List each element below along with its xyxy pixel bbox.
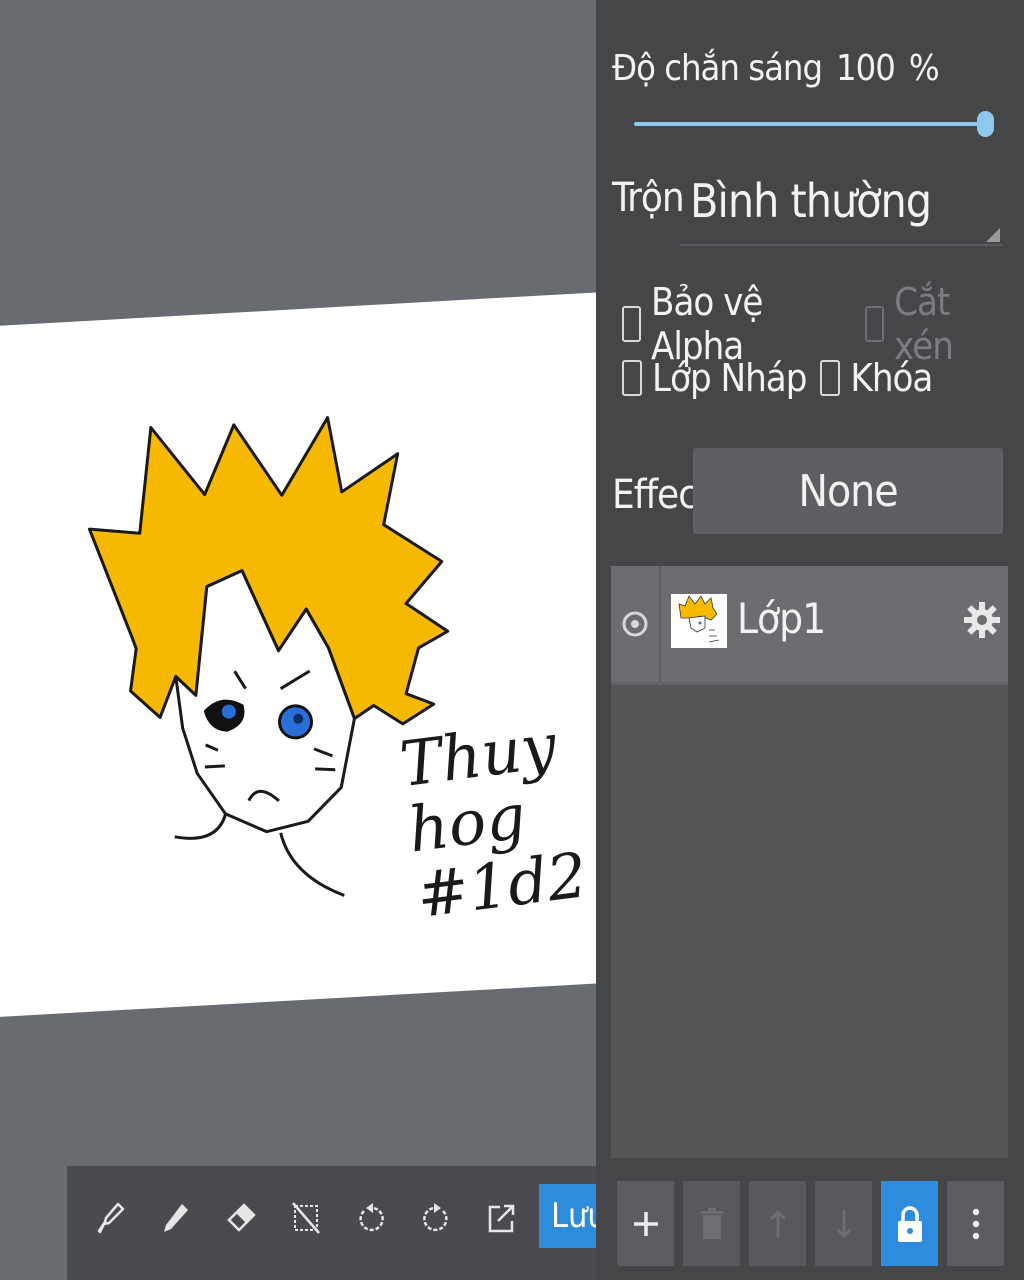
pen-icon — [164, 1204, 188, 1232]
arrow-up-icon — [769, 1209, 786, 1238]
gear-icon[interactable] — [963, 600, 1001, 640]
layer-row[interactable]: Lớp1 — [611, 566, 1008, 685]
alpha-protect-checkbox[interactable]: Bảo vệ Alpha — [622, 280, 851, 368]
export-button[interactable] — [477, 1188, 525, 1248]
more-vertical-icon — [972, 1208, 979, 1239]
eraser-button[interactable] — [217, 1188, 265, 1248]
opacity-slider-track — [634, 122, 986, 126]
opacity-unit: % — [908, 48, 940, 89]
draft-layer-checkbox[interactable]: Lớp Nháp — [622, 356, 807, 400]
more-options-button[interactable] — [947, 1181, 1004, 1266]
checkbox-row-2: Lớp Nháp Khóa — [622, 356, 946, 400]
clipping-label: Cắt xén — [894, 280, 954, 368]
canvas-area[interactable]: Thuy hog #1d2 7 — [0, 0, 596, 1280]
lock-layer-button[interactable] — [881, 1181, 938, 1266]
alpha-protect-label: Bảo vệ Alpha — [651, 280, 763, 368]
eyedropper-icon — [97, 1202, 125, 1234]
eraser-icon — [227, 1203, 256, 1232]
opacity-row: Độ chắn sáng 100% — [612, 48, 953, 89]
layer-thumbnail — [671, 594, 727, 648]
opacity-slider-thumb[interactable] — [977, 111, 994, 137]
redo-icon — [423, 1203, 448, 1232]
move-layer-down-button[interactable] — [815, 1181, 872, 1266]
trash-icon — [700, 1207, 723, 1239]
undo-button[interactable] — [347, 1188, 395, 1248]
add-layer-button[interactable] — [617, 1181, 674, 1266]
drawing-canvas[interactable]: Thuy hog #1d2 7 — [0, 290, 596, 1017]
checkbox-row-1: Bảo vệ Alpha Cắt xén — [622, 280, 1024, 368]
move-layer-up-button[interactable] — [749, 1181, 806, 1266]
clipping-checkbox[interactable]: Cắt xén — [865, 280, 1010, 368]
signature-handwriting: Thuy hog #1d2 7 — [396, 704, 596, 932]
delete-layer-button[interactable] — [683, 1181, 740, 1266]
opacity-label: Độ chắn sáng — [612, 48, 823, 89]
arrow-down-icon — [835, 1209, 852, 1238]
export-icon — [488, 1204, 515, 1233]
blend-mode-select[interactable]: Bình thường — [680, 170, 1002, 246]
deselect-button[interactable] — [282, 1188, 330, 1248]
layer-list[interactable]: Lớp1 — [611, 566, 1008, 1158]
layer-panel: Độ chắn sáng 100% Trộn Bình thường Bảo vệ… — [596, 0, 1024, 1280]
lock-checkbox[interactable]: Khóa — [820, 356, 933, 400]
checkbox-box[interactable] — [622, 360, 642, 396]
redo-button[interactable] — [412, 1188, 460, 1248]
bottom-toolbar: Lưu — [67, 1166, 596, 1280]
plus-icon — [633, 1211, 658, 1236]
layer-name: Lớp1 — [737, 594, 826, 643]
checkbox-box[interactable] — [622, 306, 641, 342]
dropdown-arrow-icon — [986, 228, 1000, 242]
lock-label: Khóa — [850, 356, 933, 400]
deselect-icon — [292, 1202, 320, 1234]
pen-button[interactable] — [152, 1188, 200, 1248]
draft-layer-label: Lớp Nháp — [652, 356, 807, 400]
visibility-toggle[interactable] — [611, 566, 661, 682]
lock-icon — [897, 1205, 922, 1242]
effect-button[interactable]: None — [693, 448, 1003, 534]
checkbox-box[interactable] — [820, 360, 841, 396]
opacity-value: 100 — [836, 48, 896, 89]
eye-icon — [622, 611, 648, 637]
blend-label: Trộn — [612, 175, 685, 221]
eyedropper-button[interactable] — [87, 1188, 135, 1248]
checkbox-box[interactable] — [865, 306, 885, 342]
opacity-slider[interactable] — [634, 111, 994, 137]
undo-icon — [359, 1203, 384, 1232]
blend-mode-value: Bình thường — [690, 174, 932, 228]
save-button[interactable]: Lưu — [539, 1184, 596, 1248]
